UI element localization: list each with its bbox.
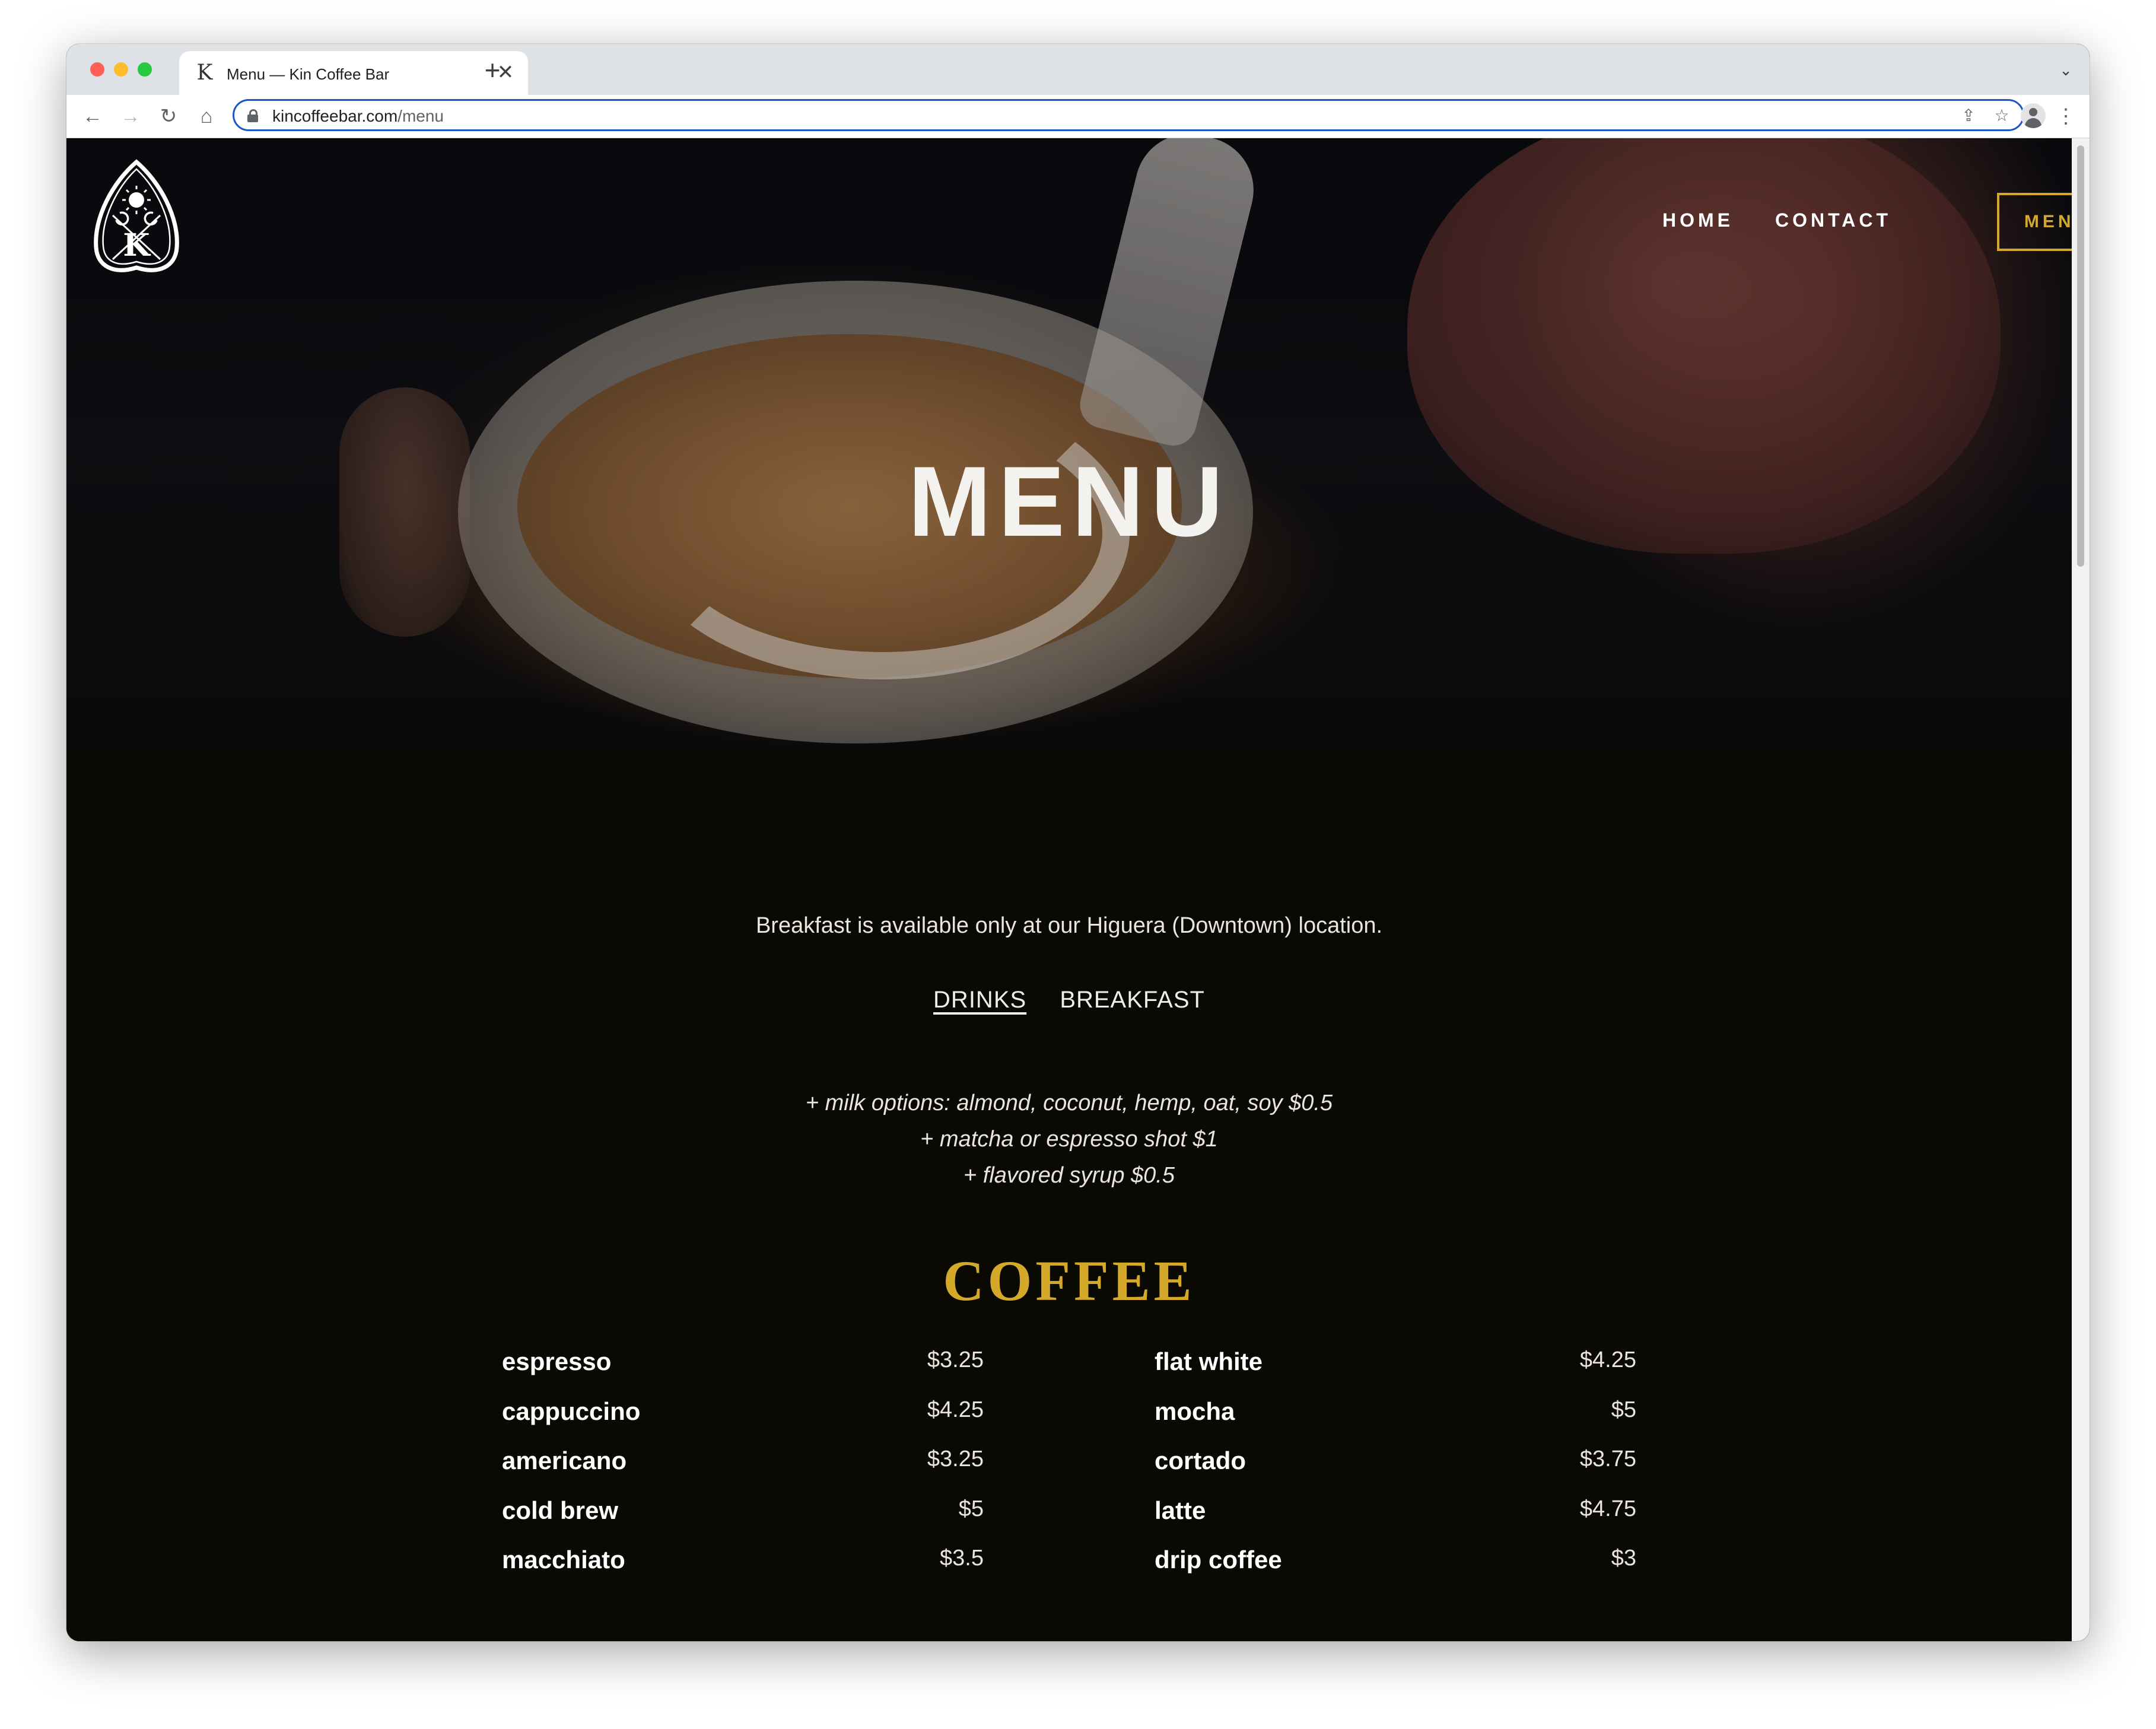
item-name: cold brew: [502, 1496, 619, 1524]
reload-icon[interactable]: ↻: [154, 102, 183, 131]
home-icon[interactable]: ⌂: [192, 102, 221, 131]
menu-tabs: DRINKS BREAKFAST: [66, 987, 2072, 1013]
browser-window: K Menu — Kin Coffee Bar ✕ + ⌄ ← → ↻ ⌂ ki…: [66, 44, 2090, 1641]
favicon-icon: K: [196, 61, 213, 85]
addon-item: + milk options: almond, coconut, hemp, o…: [805, 1091, 1333, 1115]
section-title-coffee: COFFEE: [943, 1249, 1195, 1312]
url-path: /menu: [398, 107, 444, 125]
back-arrow-icon[interactable]: ←: [78, 102, 107, 131]
minimize-window-button[interactable]: [114, 62, 128, 77]
coffee-list-left: espresso $3.25 cappuccino $4.25 americano $…: [502, 1347, 984, 1595]
menu-item: americano $3.25: [502, 1447, 984, 1496]
menu-item: cappuccino $4.25: [502, 1397, 984, 1447]
page-scrollbar[interactable]: [2072, 138, 2090, 1641]
item-name: americano: [502, 1447, 627, 1474]
item-name: latte: [1155, 1496, 1206, 1524]
addon-list: + milk options: almond, coconut, hemp, o…: [66, 1085, 2072, 1194]
tab-search-icon[interactable]: ⌄: [2053, 57, 2079, 83]
item-name: cappuccino: [502, 1397, 641, 1425]
menu-item: latte $4.75: [1155, 1496, 1636, 1546]
url-domain: kincoffeebar.com: [272, 107, 398, 125]
forward-arrow-icon[interactable]: →: [116, 102, 145, 131]
item-price: $3: [1611, 1546, 1636, 1571]
zoom-window-button[interactable]: [138, 62, 152, 77]
item-price: $5: [1611, 1397, 1636, 1422]
menu-item: cortado $3.75: [1155, 1447, 1636, 1496]
item-price: $3.25: [927, 1347, 984, 1372]
nav-home-link[interactable]: HOME: [1662, 209, 1734, 231]
item-price: $5: [958, 1496, 984, 1521]
hero-banner: K HOME CONTACT MENU MENU: [66, 138, 2072, 754]
item-name: cortado: [1155, 1447, 1246, 1474]
addon-item: + matcha or espresso shot $1: [920, 1127, 1218, 1152]
nav-menu-button[interactable]: MENU: [1997, 193, 2072, 251]
address-bar[interactable]: kincoffeebar.com/menu ⇪ ☆: [233, 99, 2024, 131]
profile-avatar-icon[interactable]: [2021, 103, 2046, 128]
menu-item: espresso $3.25: [502, 1347, 984, 1397]
browser-toolbar: ← → ↻ ⌂ kincoffeebar.com/menu ⇪ ☆ ⋮: [66, 95, 2090, 138]
item-name: mocha: [1155, 1397, 1235, 1425]
tab-breakfast[interactable]: BREAKFAST: [1060, 987, 1205, 1013]
new-tab-button[interactable]: +: [475, 52, 510, 88]
logo-letter: K: [123, 227, 151, 263]
menu-item: macchiato $3.5: [502, 1546, 984, 1595]
tab-title: Menu — Kin Coffee Bar: [227, 65, 390, 83]
item-name: flat white: [1155, 1347, 1263, 1375]
url-text[interactable]: kincoffeebar.com/menu: [272, 107, 444, 126]
tab-strip: K Menu — Kin Coffee Bar ✕ + ⌄: [66, 44, 2090, 95]
lock-icon[interactable]: [247, 109, 258, 122]
addon-item: + flavored syrup $0.5: [963, 1163, 1175, 1188]
item-price: $3.5: [940, 1546, 984, 1571]
menu-item: drip coffee $3: [1155, 1546, 1636, 1595]
item-name: drip coffee: [1155, 1546, 1282, 1574]
item-price: $3.75: [1579, 1447, 1636, 1471]
menu-item: mocha $5: [1155, 1397, 1636, 1447]
item-price: $3.25: [927, 1447, 984, 1471]
menu-item: flat white $4.25: [1155, 1347, 1636, 1397]
item-name: espresso: [502, 1347, 612, 1375]
bookmark-star-icon[interactable]: ☆: [1992, 106, 2012, 126]
tab-drinks[interactable]: DRINKS: [933, 987, 1026, 1013]
item-name: macchiato: [502, 1546, 625, 1574]
breakfast-notice: Breakfast is available only at our Higue…: [755, 913, 1383, 938]
web-page: K HOME CONTACT MENU MENU Breakfast is av…: [66, 138, 2072, 1641]
scrollbar-thumb[interactable]: [2077, 145, 2084, 567]
item-price: $4.25: [927, 1397, 984, 1422]
coffee-list-right: flat white $4.25 mocha $5 cortado $3.75 lat…: [1155, 1347, 1636, 1595]
menu-item: cold brew $5: [502, 1496, 984, 1546]
item-price: $4.25: [1579, 1347, 1636, 1372]
nav-contact-link[interactable]: CONTACT: [1775, 209, 1891, 231]
share-icon[interactable]: ⇪: [1958, 106, 1979, 126]
close-window-button[interactable]: [90, 62, 104, 77]
page-title: MENU: [908, 446, 1230, 557]
kin-logo[interactable]: K: [89, 158, 184, 277]
browser-menu-icon[interactable]: ⋮: [2054, 103, 2078, 129]
item-price: $4.75: [1579, 1496, 1636, 1521]
